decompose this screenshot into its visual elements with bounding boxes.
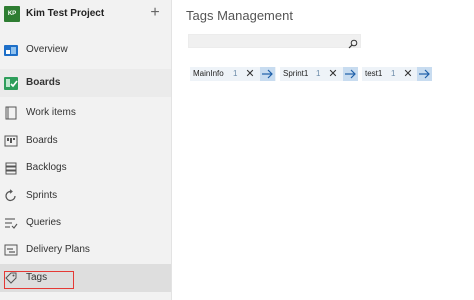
- nav-item-tags[interactable]: Tags: [0, 264, 171, 292]
- page-title: Tags Management: [186, 8, 293, 23]
- tag-count: 1: [391, 69, 396, 78]
- tag-remove-icon[interactable]: ✕: [244, 67, 256, 81]
- tag-remove-icon[interactable]: ✕: [402, 67, 414, 81]
- nav-item-backlogs[interactable]: Backlogs: [0, 154, 171, 182]
- overview-icon: [4, 43, 18, 57]
- nav-item-boards[interactable]: Boards: [0, 127, 171, 155]
- tag-count: 1: [233, 69, 238, 78]
- nav-label-overview: Overview: [26, 44, 68, 55]
- tag-item[interactable]: test1 1 ✕: [362, 67, 432, 81]
- nav-label-work-items: Work items: [26, 107, 76, 118]
- sidebar: KP Kim Test Project + Overview Boards Wo…: [0, 0, 172, 300]
- nav-label-backlogs: Backlogs: [26, 162, 67, 173]
- work-items-icon: [4, 106, 18, 120]
- tag-item[interactable]: Sprint1 1 ✕: [280, 67, 358, 81]
- tag-remove-icon[interactable]: ✕: [327, 67, 339, 81]
- tag-name: Sprint1: [283, 69, 309, 78]
- nav-label-boards: Boards: [26, 135, 58, 146]
- nav-label-boards-section: Boards: [26, 77, 61, 88]
- nav-label-tags: Tags: [26, 272, 48, 283]
- sprints-icon: [4, 189, 18, 203]
- add-project-button[interactable]: +: [147, 3, 163, 23]
- tag-arrow-icon[interactable]: [343, 67, 358, 81]
- tag-search-box[interactable]: [188, 34, 361, 52]
- tag-name: test1: [365, 69, 383, 78]
- tag-icon: [4, 271, 18, 285]
- tag-item[interactable]: MainInfo 1 ✕: [190, 67, 276, 81]
- project-header: KP Kim Test Project +: [0, 0, 172, 30]
- nav-item-work-items[interactable]: Work items: [0, 99, 171, 127]
- nav-label-queries: Queries: [26, 217, 62, 228]
- queries-icon: [4, 216, 18, 230]
- backlogs-icon: [4, 161, 18, 175]
- main-content: Tags Management MainInfo 1 ✕ Sprint1 1 ✕…: [172, 0, 474, 300]
- tag-count: 1: [316, 69, 321, 78]
- delivery-plans-icon: [4, 243, 18, 257]
- boards-section-icon: [4, 76, 18, 90]
- nav-section-boards[interactable]: Boards: [0, 69, 171, 97]
- project-avatar[interactable]: KP: [4, 6, 20, 22]
- tag-search-input[interactable]: [189, 39, 347, 52]
- boards-icon: [4, 134, 18, 148]
- tag-name: MainInfo: [193, 69, 224, 78]
- tag-arrow-icon[interactable]: [260, 67, 275, 81]
- nav-label-delivery-plans: Delivery Plans: [26, 244, 90, 255]
- tag-arrow-icon[interactable]: [417, 67, 432, 81]
- search-icon[interactable]: [348, 36, 358, 49]
- nav-item-queries[interactable]: Queries: [0, 209, 171, 237]
- project-title[interactable]: Kim Test Project: [26, 8, 104, 19]
- nav-item-sprints[interactable]: Sprints: [0, 182, 171, 210]
- nav-label-sprints: Sprints: [26, 190, 58, 201]
- nav-item-overview[interactable]: Overview: [0, 36, 171, 64]
- nav-item-delivery-plans[interactable]: Delivery Plans: [0, 236, 171, 264]
